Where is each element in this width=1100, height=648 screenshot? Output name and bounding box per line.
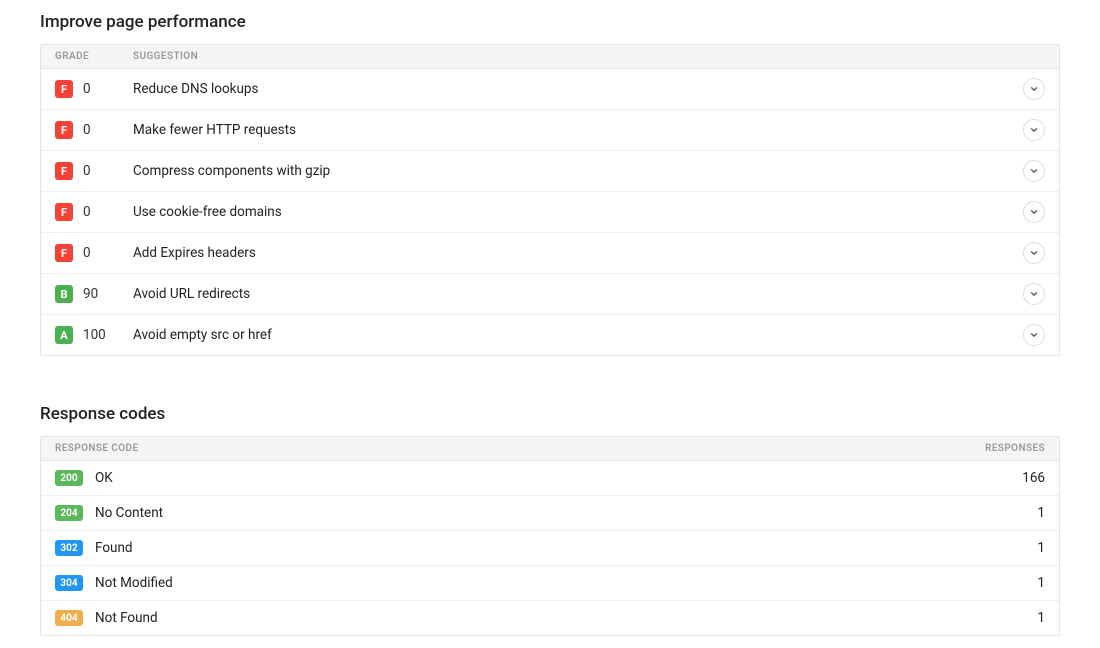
suggestion-text: Avoid empty src or href [133, 327, 1023, 343]
expand-button[interactable] [1023, 160, 1045, 182]
suggestion-text: Avoid URL redirects [133, 286, 1023, 302]
grade-badge: F [55, 80, 73, 98]
performance-row[interactable]: B 90 Avoid URL redirects [41, 274, 1059, 315]
responses-header-code: RESPONSE CODE [55, 443, 985, 454]
suggestion-text: Compress components with gzip [133, 163, 1023, 179]
grade-score: 90 [83, 286, 98, 302]
response-row: 304 Not Modified1 [41, 566, 1059, 601]
response-count: 1 [1037, 540, 1045, 556]
grade-cell: F0 [55, 244, 133, 262]
response-code-badge: 200 [55, 470, 83, 486]
response-name: OK [95, 470, 1022, 486]
response-code-badge: 404 [55, 610, 83, 626]
expand-button[interactable] [1023, 119, 1045, 141]
grade-score: 0 [83, 245, 91, 261]
chevron-down-icon [1029, 207, 1039, 217]
grade-cell: B 90 [55, 285, 133, 303]
response-name: Found [95, 540, 1037, 556]
performance-row[interactable]: F0Compress components with gzip [41, 151, 1059, 192]
performance-header-row: GRADE SUGGESTION [41, 45, 1059, 69]
response-row: 200 OK166 [41, 461, 1059, 496]
grade-score: 100 [83, 327, 106, 343]
performance-header-grade: GRADE [55, 51, 133, 62]
suggestion-text: Add Expires headers [133, 245, 1023, 261]
performance-header-suggestion: SUGGESTION [133, 51, 1045, 62]
responses-header-responses: RESPONSES [985, 443, 1045, 454]
expand-button[interactable] [1023, 283, 1045, 305]
expand-button[interactable] [1023, 201, 1045, 223]
responses-title: Response codes [40, 404, 1060, 424]
performance-panel: GRADE SUGGESTION F0Reduce DNS lookupsF0M… [40, 44, 1060, 356]
grade-badge: F [55, 121, 73, 139]
grade-cell: F0 [55, 121, 133, 139]
grade-cell: A 100 [55, 326, 133, 344]
response-code-badge: 302 [55, 540, 83, 556]
expand-button[interactable] [1023, 78, 1045, 100]
chevron-down-icon [1029, 248, 1039, 258]
chevron-down-icon [1029, 125, 1039, 135]
grade-score: 0 [83, 204, 91, 220]
response-row: 204 No Content1 [41, 496, 1059, 531]
chevron-down-icon [1029, 330, 1039, 340]
grade-badge: F [55, 203, 73, 221]
chevron-down-icon [1029, 84, 1039, 94]
grade-score: 0 [83, 122, 91, 138]
suggestion-text: Reduce DNS lookups [133, 81, 1023, 97]
response-count: 1 [1037, 575, 1045, 591]
response-name: Not Found [95, 610, 1037, 626]
response-row: 404 Not Found1 [41, 601, 1059, 635]
response-count: 1 [1037, 505, 1045, 521]
grade-cell: F0 [55, 80, 133, 98]
response-name: No Content [95, 505, 1037, 521]
suggestion-text: Make fewer HTTP requests [133, 122, 1023, 138]
response-count: 166 [1022, 470, 1045, 486]
performance-row[interactable]: F0Add Expires headers [41, 233, 1059, 274]
response-row: 302 Found1 [41, 531, 1059, 566]
response-count: 1 [1037, 610, 1045, 626]
responses-panel: RESPONSE CODE RESPONSES 200 OK166 204 No Co… [40, 436, 1060, 636]
response-code-badge: 204 [55, 505, 83, 521]
grade-badge: F [55, 162, 73, 180]
performance-row[interactable]: F0Make fewer HTTP requests [41, 110, 1059, 151]
grade-badge: F [55, 244, 73, 262]
grade-cell: F0 [55, 162, 133, 180]
grade-badge: A [55, 326, 73, 344]
expand-button[interactable] [1023, 242, 1045, 264]
performance-title: Improve page performance [40, 12, 1060, 32]
chevron-down-icon [1029, 166, 1039, 176]
suggestion-text: Use cookie-free domains [133, 204, 1023, 220]
grade-score: 0 [83, 163, 91, 179]
expand-button[interactable] [1023, 324, 1045, 346]
grade-score: 0 [83, 81, 91, 97]
chevron-down-icon [1029, 289, 1039, 299]
response-name: Not Modified [95, 575, 1037, 591]
performance-row[interactable]: F0Reduce DNS lookups [41, 69, 1059, 110]
grade-cell: F0 [55, 203, 133, 221]
responses-header-row: RESPONSE CODE RESPONSES [41, 437, 1059, 461]
performance-row[interactable]: F0Use cookie-free domains [41, 192, 1059, 233]
performance-row[interactable]: A 100 Avoid empty src or href [41, 315, 1059, 355]
response-code-badge: 304 [55, 575, 83, 591]
grade-badge: B [55, 285, 73, 303]
